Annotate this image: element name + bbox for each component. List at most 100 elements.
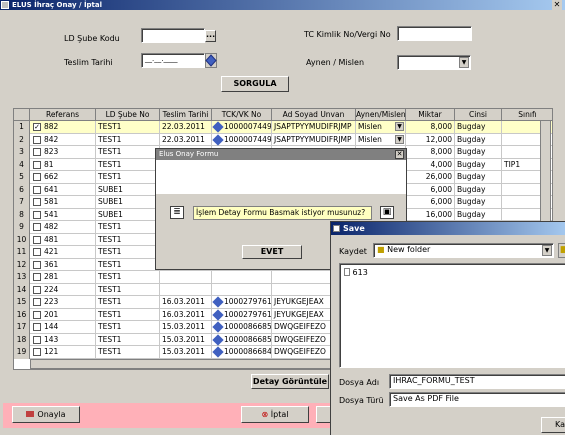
cell-miktar: 8,000	[406, 121, 455, 134]
aynen-mislen-label: Aynen / Mislen	[306, 58, 365, 67]
teslim-tarihi-input[interactable]: __.__.____	[141, 53, 205, 68]
ld-sube-lookup-button[interactable]: ...	[205, 30, 216, 42]
ad-soyad-unvan-header[interactable]: Ad Soyad Unvan	[272, 109, 356, 121]
cell-tarih: 15.03.2011	[160, 333, 212, 346]
tck-vk-no-header[interactable]: TCK/VK No	[212, 109, 272, 121]
row-checkbox[interactable]	[33, 348, 41, 356]
cell-sube: SUBE1	[96, 196, 160, 209]
cell-cinsi: Bugday	[455, 196, 502, 209]
cell-sube: TEST1	[96, 158, 160, 171]
cell-miktar: 6,000	[406, 183, 455, 196]
row-checkbox[interactable]	[33, 260, 41, 269]
row-checkbox[interactable]	[33, 198, 41, 206]
referans-header[interactable]: Referans	[30, 109, 96, 121]
cell-tarih: 15.03.2011	[160, 346, 212, 359]
row-checkbox[interactable]: ✓	[33, 123, 41, 131]
row-checkbox[interactable]	[33, 160, 41, 169]
onay-dialog-titlebar: Elus Onay Formu ✕	[156, 149, 406, 160]
dosya-turu-select[interactable]: Save As PDF File	[389, 392, 565, 407]
row-checkbox[interactable]	[33, 248, 41, 256]
row-checkbox[interactable]	[33, 285, 41, 294]
cell-tarih: 22.03.2011	[160, 133, 212, 146]
row-checkbox[interactable]	[33, 210, 41, 219]
cell-sube: TEST1	[96, 246, 160, 259]
cell-miktar: 6,000	[406, 196, 455, 209]
cell-sube: TEST1	[96, 333, 160, 346]
dosya-adi-input[interactable]: IHRAC_FORMU_TEST	[389, 374, 565, 389]
miktar-header[interactable]: Miktar	[406, 109, 455, 121]
kaydet-button[interactable]: Kay	[541, 417, 565, 433]
row-checkbox[interactable]	[33, 273, 41, 281]
row-checkbox[interactable]	[33, 135, 41, 144]
cinsi-header[interactable]: Cinsi	[455, 109, 502, 121]
cell-miktar: 16,000	[406, 208, 455, 221]
evet-button[interactable]: EVET	[242, 245, 302, 259]
table-row[interactable]: 2 842 TEST1 22.03.2011 10000074494 JSAPTPYYMU…	[14, 133, 552, 146]
file-item[interactable]: 613	[344, 268, 368, 277]
cell-n: 8	[14, 208, 30, 221]
folder-select[interactable]: ■ New folder ▼	[373, 243, 554, 258]
cell-cinsi: Bugday	[455, 133, 502, 146]
dialog-message: İşlem Detay Formu Basmak istiyor musunuz…	[193, 206, 372, 220]
cell-cinsi: Bugday	[455, 208, 502, 221]
list-icon[interactable]: ≣	[170, 206, 184, 219]
row-checkbox[interactable]	[33, 323, 41, 331]
kaydet-label: Kaydet	[339, 247, 367, 256]
aynen-dropdown-chevron-icon[interactable]: ▼	[395, 122, 404, 131]
cell-sube: TEST1	[96, 283, 160, 296]
up-folder-icon[interactable]: ■	[558, 243, 565, 258]
row-checkbox[interactable]	[33, 310, 41, 319]
window-title: ELUS İhraç Onay / İptal	[12, 1, 103, 9]
dialog-top-area	[156, 160, 406, 194]
cell-sube: TEST1	[96, 308, 160, 321]
chevron-down-icon[interactable]: ▼	[459, 57, 469, 68]
cell-miktar: 26,000	[406, 171, 455, 184]
row-checkbox[interactable]	[33, 185, 41, 194]
tc-kimlik-input[interactable]	[397, 26, 472, 41]
detay-goruntule-button[interactable]: Detay Görüntüle	[251, 374, 329, 389]
cell-n: 9	[14, 221, 30, 234]
save-dialog: Save Kaydet ■ New folder ▼ ■ 613 Dosya A…	[330, 221, 565, 435]
cell-miktar: 4,000	[406, 158, 455, 171]
file-list[interactable]: 613	[339, 263, 565, 368]
table-row[interactable]: 1 882 TEST1 22.03.2011 10000074494 JSAPTPYYMU…	[14, 121, 552, 134]
cell-sube: TEST1	[96, 296, 160, 309]
cell-sube: TEST1	[96, 346, 160, 359]
ld-sube-no-header[interactable]: LD Şube No	[96, 109, 160, 121]
cell-ad: JSAPTPYYMUDIFRJMP	[272, 121, 356, 134]
row-checkbox[interactable]	[33, 235, 41, 244]
ld-sube-kodu-input[interactable]	[141, 28, 205, 43]
save-dialog-titlebar: Save	[331, 222, 565, 235]
cell-n: 17	[14, 321, 30, 334]
aynen-mislen-header[interactable]: Aynen/Mislen	[356, 109, 406, 121]
dosya-adi-label: Dosya Adı	[339, 378, 380, 387]
row-checkbox[interactable]	[33, 335, 41, 344]
cell-sube: TEST1	[96, 221, 160, 234]
row-checkbox[interactable]	[33, 148, 41, 156]
folder-icon: ■	[377, 245, 385, 254]
cell-sube: TEST1	[96, 171, 160, 184]
dialog-close-icon[interactable]: ✕	[395, 150, 404, 159]
cell-sube: SUBE1	[96, 183, 160, 196]
calendar-icon[interactable]	[205, 53, 217, 68]
aynen-mislen-select[interactable]: ▼	[397, 55, 471, 70]
cell-tarih	[160, 271, 212, 284]
close-icon[interactable]: ✕	[552, 0, 562, 10]
row-checkbox[interactable]	[33, 298, 41, 306]
onayla-button[interactable]: Onayla	[12, 406, 80, 423]
sorgula-button[interactable]: SORGULA	[221, 76, 289, 92]
ld-sube-kodu-label: LD Şube Kodu	[64, 34, 120, 43]
cell-n: 13	[14, 271, 30, 284]
row-number-header[interactable]	[14, 109, 30, 121]
aynen-dropdown-chevron-icon[interactable]: ▼	[395, 134, 404, 144]
row-checkbox[interactable]	[33, 173, 41, 181]
save-disk-icon[interactable]: ▣	[380, 206, 394, 219]
iptal-button[interactable]: ⊗ İptal	[241, 406, 309, 423]
folder-chevron-down-icon[interactable]: ▼	[542, 245, 552, 256]
cell-n: 11	[14, 246, 30, 259]
cell-n: 16	[14, 308, 30, 321]
cell-n: 15	[14, 296, 30, 309]
onay-dialog-title: Elus Onay Formu	[159, 150, 219, 158]
row-checkbox[interactable]	[33, 223, 41, 231]
teslim-tarihi-header[interactable]: Teslim Tarihi	[160, 109, 212, 121]
